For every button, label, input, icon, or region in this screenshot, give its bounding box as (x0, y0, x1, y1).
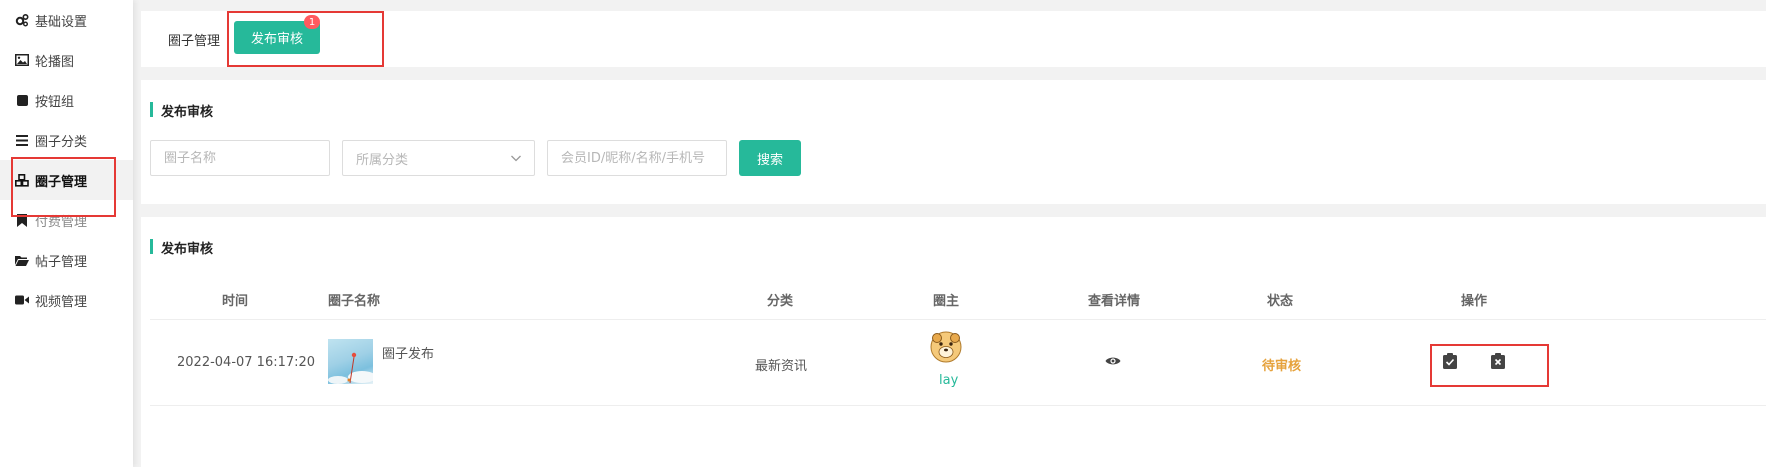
gears-icon (15, 13, 29, 27)
sidebar-item-button-group[interactable]: 按钮组 (0, 80, 133, 120)
sidebar-item-paid-management[interactable]: 付费管理 (0, 200, 133, 240)
header-divider (150, 319, 1766, 320)
reject-clipboard-icon[interactable] (1491, 353, 1507, 369)
bookmark-icon (15, 213, 29, 227)
sidebar-item-label: 按钮组 (35, 94, 75, 110)
category-select[interactable]: 所属分类 (342, 140, 535, 176)
sidebar-item-label: 基础设置 (35, 14, 88, 30)
sidebar-item-label: 帖子管理 (35, 254, 88, 270)
category-select-placeholder: 所属分类 (356, 152, 409, 168)
search-button[interactable]: 搜索 (739, 140, 801, 176)
square-icon (15, 93, 29, 107)
table-panel-title: 发布审核 (150, 238, 213, 257)
sidebar-item-carousel[interactable]: 轮播图 (0, 40, 133, 80)
sidebar-item-post-management[interactable]: 帖子管理 (0, 240, 133, 280)
row-circle-name[interactable]: 圈子发布 (382, 343, 434, 362)
row-status-badge: 待审核 (1262, 359, 1302, 374)
row-owner-name[interactable]: lay (939, 373, 958, 388)
column-header-actions: 操作 (1461, 294, 1488, 309)
sidebar-item-label: 付费管理 (35, 214, 88, 230)
tab-label: 发布审核 (250, 32, 303, 47)
column-header-time: 时间 (222, 294, 249, 309)
row-time: 2022-04-07 16:17:20 (177, 355, 316, 370)
sidebar-item-label: 视频管理 (35, 294, 88, 310)
tab-circle-management[interactable]: 圈子管理 (168, 30, 220, 49)
column-header-status: 状态 (1267, 294, 1294, 309)
eye-icon[interactable] (1105, 355, 1121, 371)
circle-thumbnail (328, 339, 373, 384)
column-header-circle-name: 圈子名称 (328, 294, 381, 309)
member-search-input[interactable] (547, 140, 727, 176)
video-camera-icon (15, 293, 29, 307)
notification-badge: 1 (304, 15, 320, 29)
column-header-details: 查看详情 (1088, 294, 1141, 309)
search-panel-title: 发布审核 (150, 101, 213, 120)
cubes-icon (15, 173, 29, 187)
review-table-panel: 发布审核 时间 圈子名称 分类 圈主 查看详情 状态 操作 2022-04-07… (141, 217, 1766, 467)
sidebar-item-basic-settings[interactable]: 基础设置 (0, 0, 133, 40)
folder-open-icon (15, 253, 29, 267)
column-header-category: 分类 (767, 294, 794, 309)
sidebar-item-label: 圈子管理 (35, 174, 88, 190)
row-category: 最新资讯 (755, 359, 808, 374)
approve-clipboard-icon[interactable] (1443, 353, 1459, 369)
search-panel: 发布审核 所属分类 搜索 (141, 80, 1766, 204)
sidebar: 基础设置 轮播图 按钮组 圈子分类 圈子管理 付费管理 帖子管理 视频管理 (0, 0, 133, 467)
row-divider (150, 405, 1766, 406)
image-icon (15, 53, 29, 67)
sidebar-item-circle-category[interactable]: 圈子分类 (0, 120, 133, 160)
sidebar-item-label: 圈子分类 (35, 134, 88, 150)
owner-avatar (930, 331, 962, 363)
chevron-down-icon (510, 152, 522, 168)
sidebar-item-circle-management[interactable]: 圈子管理 (0, 160, 133, 200)
circle-name-input[interactable] (150, 140, 330, 176)
tab-publish-review[interactable]: 发布审核 1 (234, 15, 320, 54)
sidebar-item-label: 轮播图 (35, 54, 75, 70)
sidebar-item-video-management[interactable]: 视频管理 (0, 280, 133, 320)
list-icon (15, 133, 29, 147)
column-header-owner: 圈主 (933, 294, 960, 309)
tab-bar: 圈子管理 发布审核 1 (141, 11, 1766, 67)
